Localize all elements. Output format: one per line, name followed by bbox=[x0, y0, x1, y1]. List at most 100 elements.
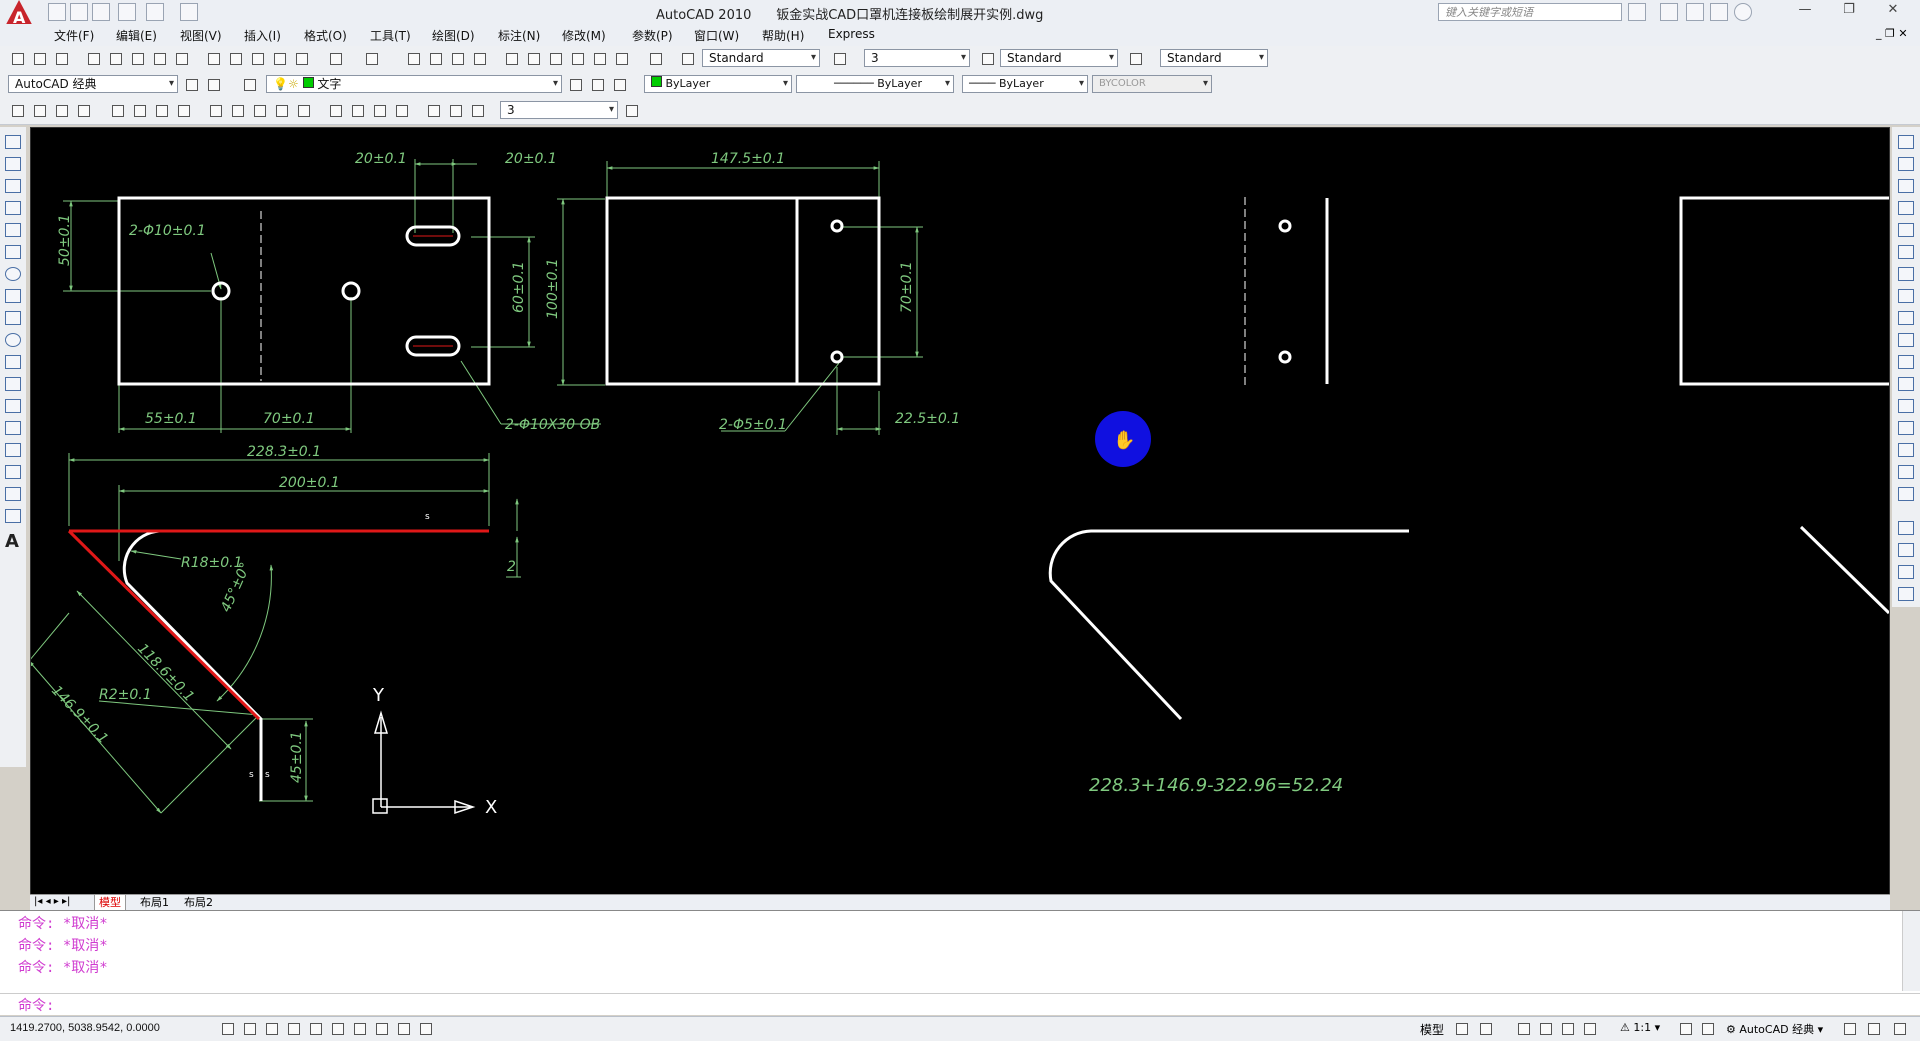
snap-mode-icon[interactable] bbox=[218, 1019, 238, 1039]
drawing-svg[interactable]: ✋ 20±0.1 20±0.1 147.5±0.1 50±0.1 2-Φ10±0… bbox=[28, 128, 1891, 894]
dim-linear-icon[interactable] bbox=[8, 101, 28, 121]
jogged-linear-icon[interactable] bbox=[392, 101, 412, 121]
plot-icon[interactable] bbox=[84, 49, 104, 69]
favorites-star-icon[interactable] bbox=[1710, 3, 1728, 21]
arc-icon[interactable] bbox=[5, 245, 21, 259]
print-icon[interactable] bbox=[180, 3, 198, 21]
lock-icon[interactable] bbox=[1840, 1019, 1860, 1039]
object-snap-icon[interactable] bbox=[306, 1019, 326, 1039]
tolerance-icon[interactable] bbox=[326, 101, 346, 121]
undo-icon[interactable] bbox=[118, 3, 136, 21]
break-icon[interactable] bbox=[1898, 399, 1914, 413]
text-style-combo[interactable]: Standard bbox=[702, 49, 820, 67]
dim-angular-icon[interactable] bbox=[174, 101, 194, 121]
rectangle-icon[interactable] bbox=[5, 223, 21, 237]
tab-layout2[interactable]: 布局2 bbox=[180, 895, 217, 910]
draw-order-front-icon[interactable] bbox=[1898, 521, 1914, 535]
menu-draw[interactable]: 绘图(D) bbox=[432, 27, 475, 44]
menu-insert[interactable]: 插入(I) bbox=[244, 27, 281, 44]
properties-icon[interactable] bbox=[502, 49, 522, 69]
menu-modify[interactable]: 修改(M) bbox=[562, 27, 606, 44]
polar-tracking-icon[interactable] bbox=[284, 1019, 304, 1039]
paste-icon[interactable] bbox=[248, 49, 268, 69]
zoom-window-icon[interactable] bbox=[448, 49, 468, 69]
explode-icon[interactable] bbox=[1898, 487, 1914, 501]
draw-order-above-icon[interactable] bbox=[1898, 565, 1914, 579]
help-search-input[interactable]: 键入关键字或短语 bbox=[1438, 3, 1622, 21]
line-icon[interactable] bbox=[5, 135, 21, 149]
stretch-icon[interactable] bbox=[1898, 311, 1914, 325]
layer-state-icon[interactable] bbox=[610, 75, 630, 95]
menu-view[interactable]: 视图(V) bbox=[180, 27, 222, 44]
clean-screen-icon[interactable] bbox=[1890, 1019, 1910, 1039]
infocenter-icon[interactable] bbox=[1628, 3, 1646, 21]
drawing-canvas[interactable]: ✋ 20±0.1 20±0.1 147.5±0.1 50±0.1 2-Φ10±0… bbox=[28, 127, 1891, 895]
menu-file[interactable]: 文件(F) bbox=[54, 27, 94, 44]
pan-status-icon[interactable] bbox=[1514, 1019, 1534, 1039]
menu-window[interactable]: 窗口(W) bbox=[694, 27, 739, 44]
menu-parametric[interactable]: 参数(P) bbox=[632, 27, 673, 44]
spline-icon[interactable] bbox=[5, 311, 21, 325]
table-style-combo[interactable]: Standard bbox=[1160, 49, 1268, 67]
help-toolbar-icon[interactable] bbox=[646, 49, 666, 69]
open-file-icon[interactable] bbox=[70, 3, 88, 21]
lineweight-toggle-icon[interactable] bbox=[394, 1019, 414, 1039]
dim-ordinate-icon[interactable] bbox=[74, 101, 94, 121]
minimize-button[interactable]: — bbox=[1790, 2, 1820, 20]
match-properties-icon[interactable] bbox=[270, 49, 290, 69]
workspace-save-icon[interactable] bbox=[204, 75, 224, 95]
menu-help[interactable]: 帮助(H) bbox=[762, 27, 804, 44]
hatch-icon[interactable] bbox=[5, 443, 21, 457]
dim-continue-icon[interactable] bbox=[250, 101, 270, 121]
fillet-icon[interactable] bbox=[1898, 465, 1914, 479]
circle-icon[interactable] bbox=[5, 267, 21, 281]
menu-tools[interactable]: 工具(T) bbox=[370, 27, 411, 44]
dim-text-edit-icon[interactable] bbox=[446, 101, 466, 121]
text-style-icon[interactable] bbox=[678, 49, 698, 69]
move-icon[interactable] bbox=[1898, 245, 1914, 259]
publish-icon[interactable] bbox=[128, 49, 148, 69]
3d-dwf-icon[interactable] bbox=[150, 49, 170, 69]
sheet-set-icon[interactable] bbox=[568, 49, 588, 69]
workspace-switch[interactable]: ⚙ AutoCAD 经典 ▾ bbox=[1726, 1021, 1823, 1037]
erase-icon[interactable] bbox=[1898, 135, 1914, 149]
communication-icon[interactable] bbox=[1686, 3, 1704, 21]
menu-express[interactable]: Express bbox=[828, 27, 875, 41]
annotation-scale[interactable]: ⚠ 1:1 ▾ bbox=[1620, 1021, 1660, 1034]
quick-dim-icon[interactable] bbox=[206, 101, 226, 121]
center-mark-icon[interactable] bbox=[348, 101, 368, 121]
wrench-icon[interactable] bbox=[1660, 3, 1678, 21]
polygon-icon[interactable] bbox=[5, 201, 21, 215]
dynamic-ucs-icon[interactable] bbox=[350, 1019, 370, 1039]
construction-line-icon[interactable] bbox=[5, 157, 21, 171]
qnew-icon[interactable] bbox=[8, 49, 28, 69]
array-icon[interactable] bbox=[1898, 223, 1914, 237]
dim-space-icon[interactable] bbox=[272, 101, 292, 121]
doc-window-controls[interactable]: _ ❐ ✕ bbox=[1876, 27, 1908, 40]
point-icon[interactable] bbox=[5, 421, 21, 435]
undo-toolbar-icon[interactable] bbox=[326, 49, 346, 69]
workspace-settings-icon[interactable] bbox=[182, 75, 202, 95]
block-editor-icon[interactable] bbox=[292, 49, 312, 69]
layer-combo[interactable]: 💡☼ 文字 bbox=[266, 75, 562, 93]
dim-style-manager-icon[interactable] bbox=[622, 101, 642, 121]
extend-icon[interactable] bbox=[1898, 355, 1914, 369]
tab-nav-arrows[interactable]: |◂ ◂ ▸ ▸| bbox=[34, 896, 70, 907]
save-toolbar-icon[interactable] bbox=[52, 49, 72, 69]
menu-dimension[interactable]: 标注(N) bbox=[498, 27, 540, 44]
plotstyle-combo[interactable]: BYCOLOR bbox=[1092, 75, 1212, 93]
region-icon[interactable] bbox=[5, 487, 21, 501]
dynamic-input-icon[interactable] bbox=[372, 1019, 392, 1039]
design-center-icon[interactable] bbox=[524, 49, 544, 69]
quick-view-drawings-icon[interactable] bbox=[1476, 1019, 1496, 1039]
dim-scale-combo[interactable]: 3 bbox=[864, 49, 970, 67]
ellipse-arc-icon[interactable] bbox=[5, 355, 21, 369]
make-block-icon[interactable] bbox=[5, 399, 21, 413]
insert-block-icon[interactable] bbox=[5, 377, 21, 391]
make-current-layer-icon[interactable] bbox=[566, 75, 586, 95]
dim-aligned-icon[interactable] bbox=[30, 101, 50, 121]
new-file-icon[interactable] bbox=[48, 3, 66, 21]
quickcalc-icon[interactable] bbox=[612, 49, 632, 69]
zoom-realtime-icon[interactable] bbox=[426, 49, 446, 69]
model-space-button[interactable]: 模型 bbox=[1420, 1021, 1444, 1038]
